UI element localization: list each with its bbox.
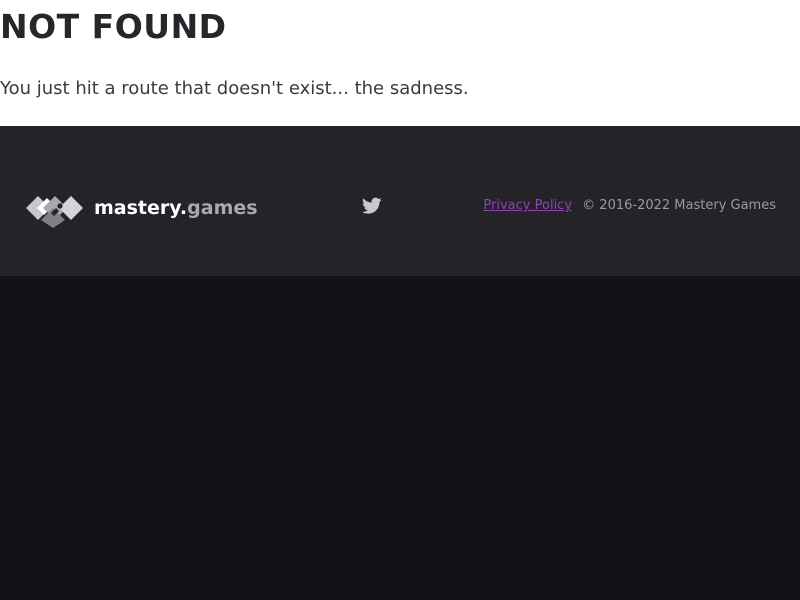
not-found-message: You just hit a route that doesn't exist.…	[0, 78, 469, 99]
home-logo-link[interactable]: mastery.games	[24, 187, 258, 229]
logo-text: mastery.games	[94, 197, 258, 219]
page-title: NOT FOUND	[0, 7, 227, 46]
site-footer: mastery.games Privacy Policy © 2016-2022…	[0, 126, 800, 276]
logo-text-secondary: games	[187, 197, 258, 219]
logo-text-primary: mastery.	[94, 197, 188, 219]
not-found-section: NOT FOUND You just hit a route that does…	[0, 0, 800, 126]
twitter-icon	[362, 197, 382, 214]
footer-legal: Privacy Policy © 2016-2022 Mastery Games	[483, 198, 776, 214]
copyright-text: © 2016-2022 Mastery Games	[582, 198, 776, 213]
privacy-policy-link[interactable]: Privacy Policy	[483, 198, 572, 213]
mastery-games-logo-icon	[26, 196, 83, 228]
